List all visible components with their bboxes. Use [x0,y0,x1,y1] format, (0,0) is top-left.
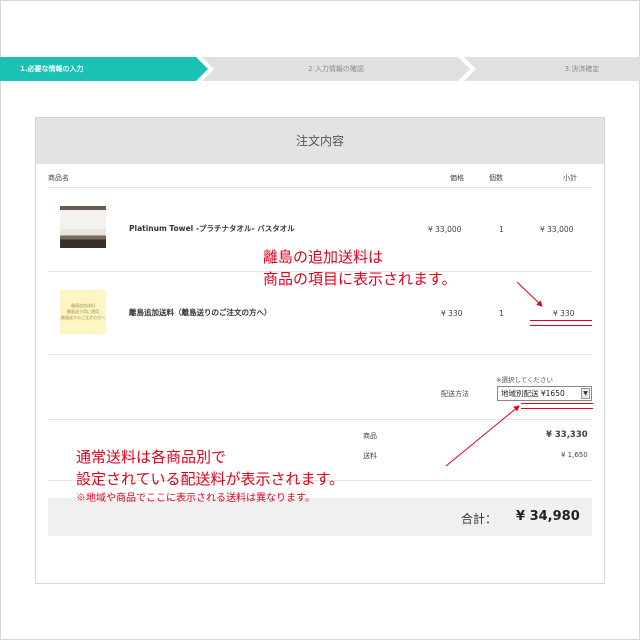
divider [48,354,592,355]
annotation-island-line2: 商品の項目に表示されます。 [263,270,457,288]
chevron-down-icon[interactable]: ▼ [581,388,590,399]
total-label: 合計： [461,512,498,526]
col-header-price: 価格 [450,174,464,182]
highlight-underline [530,325,592,326]
annotation-normal-line1: 通常送料は各商品別で [76,448,227,466]
towel-thumbnail[interactable] [60,206,106,248]
island-thumb-line3: 離島送りのご注文の方へ [61,315,105,320]
divider [48,419,592,420]
col-header-qty: 個数 [489,174,503,182]
price-island-fee: ¥ 330 [441,309,463,318]
product-name-island-fee[interactable]: 離島追加送料（離島送りのご注文の方へ） [129,307,272,318]
step-input-label: 1.必要な情報の入力 [20,65,84,73]
summary-shipping-value: ¥ 1,650 [561,451,588,459]
price-towel: ¥ 33,000 [428,225,462,234]
checkout-steps: 1.必要な情報の入力 2.入力情報の確認 3.決済確定 [0,57,640,81]
divider [48,187,592,188]
highlight-underline [530,320,592,321]
shipping-method-select[interactable]: 地域別配送 ¥1650 ▼ [497,386,592,401]
step-payment: 3.決済確定 [464,57,640,81]
col-header-product: 商品名 [48,174,69,182]
qty-towel: 1 [499,225,504,234]
panel-title: 注文内容 [36,118,604,164]
product-name-towel[interactable]: Platinum Towel -プラチナタオル- バスタオル [129,223,295,234]
step-input: 1.必要な情報の入力 [0,57,208,81]
highlight-underline [521,403,593,404]
qty-island-fee: 1 [499,309,504,318]
highlight-underline [521,408,593,409]
step-confirm-label: 2.入力情報の確認 [308,65,364,73]
shipping-method-value: 地域別配送 ¥1650 [501,389,565,398]
order-panel: 注文内容 商品名 価格 個数 小計 Platinum Towel -プラチナタオ… [35,117,605,584]
subtotal-island-fee: ¥ 330 [553,309,575,318]
shipping-method-label: 配送方法 [441,390,469,398]
annotation-note: ※地域や商品でここに表示される送料は異なります。 [76,493,315,504]
summary-goods-value: ¥ 33,330 [546,430,588,440]
summary-shipping-label: 送料 [363,452,377,460]
step-payment-label: 3.決済確定 [564,65,600,73]
subtotal-towel: ¥ 33,000 [540,225,574,234]
summary-goods-label: 商品 [363,432,377,440]
step-confirm: 2.入力情報の確認 [202,57,470,81]
shipping-hint: ※選択してください [496,376,554,384]
annotation-normal-line2: 設定されている配送料が表示されます。 [76,470,345,488]
annotation-island-line1: 離島の追加送料は [263,248,384,266]
total-value: ¥ 34,980 [516,509,580,524]
island-fee-thumbnail[interactable]: 離島追加送料 離島送り用に適用 離島送りのご注文の方へ [60,290,106,334]
col-header-subtotal: 小計 [563,174,577,182]
